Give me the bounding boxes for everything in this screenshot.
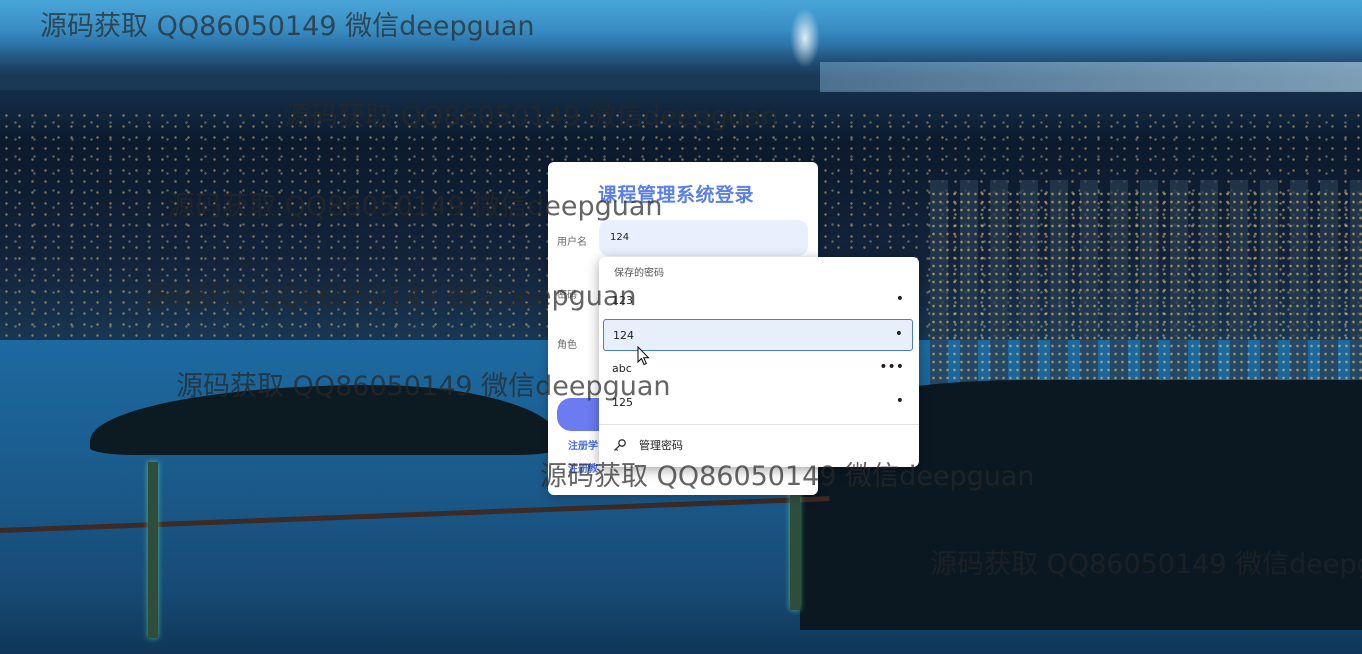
saved-password-mask: • xyxy=(895,291,904,307)
mouse-pointer-icon xyxy=(637,345,651,366)
background-smoke xyxy=(790,8,820,68)
saved-passwords-header: 保存的密码 xyxy=(614,268,664,279)
background-tower-lights xyxy=(930,190,1362,390)
background-bay xyxy=(820,62,1362,92)
password-label: 密码 xyxy=(557,290,577,301)
saved-password-username: 124 xyxy=(613,329,634,342)
background-bridge-tower-right xyxy=(790,490,800,610)
role-label: 角色 xyxy=(557,340,577,351)
saved-password-username: 123 xyxy=(612,294,633,307)
saved-password-username: 125 xyxy=(612,396,633,409)
dropdown-divider xyxy=(599,424,919,425)
background-bridge-tower-left xyxy=(148,462,158,638)
saved-password-mask: • xyxy=(894,326,903,342)
register-student-link[interactable]: 注册学 xyxy=(568,437,598,452)
saved-password-mask: • xyxy=(895,393,904,409)
saved-password-item[interactable]: 123 • xyxy=(603,285,913,317)
saved-password-item[interactable]: 125 • xyxy=(603,387,913,419)
login-button[interactable] xyxy=(557,398,601,431)
username-label: 用户名 xyxy=(557,237,587,248)
key-icon xyxy=(613,438,629,455)
login-title: 课程管理系统登录 xyxy=(598,184,755,206)
manage-passwords-item[interactable]: 管理密码 xyxy=(613,437,683,455)
saved-password-mask: ••• xyxy=(879,359,904,375)
username-input[interactable]: 124 xyxy=(599,220,808,256)
saved-password-username: abc xyxy=(612,362,632,375)
register-teacher-link[interactable]: 注册教 xyxy=(568,460,598,475)
manage-passwords-label: 管理密码 xyxy=(639,439,683,452)
